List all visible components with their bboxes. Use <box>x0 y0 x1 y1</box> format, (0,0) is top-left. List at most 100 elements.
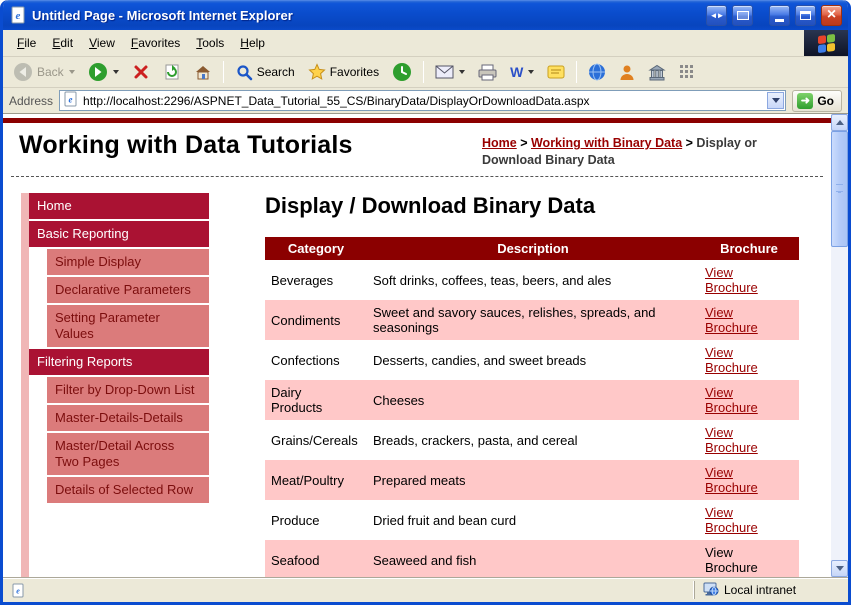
address-dropdown-button[interactable] <box>767 92 785 109</box>
sidebar-item-filtering-reports[interactable]: Filtering Reports <box>29 349 209 375</box>
bank-button[interactable] <box>642 59 672 85</box>
view-brochure-link[interactable]: View Brochure <box>705 305 758 335</box>
home-icon <box>194 63 212 81</box>
home-button[interactable] <box>188 59 218 85</box>
scrollbar-thumb[interactable] <box>831 131 848 247</box>
research-button[interactable] <box>613 59 641 85</box>
table-row: Seafood Seaweed and fish View Brochure <box>265 540 799 577</box>
categories-table: Category Description Brochure Beverages Sof… <box>265 237 799 577</box>
description-cell: Breads, crackers, pasta, and cereal <box>373 432 578 448</box>
history-clock-icon <box>392 62 412 82</box>
window-title: Untitled Page - Microsoft Internet Explo… <box>32 7 293 23</box>
mail-dropdown-icon <box>459 70 466 74</box>
view-brochure-link[interactable]: View Brochure <box>705 425 758 455</box>
grid-button[interactable] <box>673 59 701 85</box>
scroll-up-button[interactable] <box>831 114 848 131</box>
menu-favorites[interactable]: Favorites <box>123 32 188 54</box>
address-bar: Address e http://localhost:2296/ASPNET_D… <box>3 88 848 114</box>
status-page-icon: e <box>7 583 29 598</box>
menu-file[interactable]: File <box>9 32 44 54</box>
go-button[interactable]: ➜ Go <box>792 89 842 112</box>
scroll-down-button[interactable] <box>831 560 848 577</box>
sidebar-item-setting-parameter-values[interactable]: Setting Parameter Values <box>47 305 209 347</box>
view-brochure-link[interactable]: View Brochure <box>705 465 758 495</box>
brochure-cell: View Brochure <box>699 500 799 540</box>
brochure-cell: View Brochure <box>699 540 799 577</box>
menu-help[interactable]: Help <box>232 32 273 54</box>
breadcrumb-separator: > <box>682 136 697 150</box>
brochure-cell: View Brochure <box>699 460 799 500</box>
web-page: Working with Data Tutorials Home > Worki… <box>3 114 831 577</box>
edit-button[interactable]: W <box>504 59 540 85</box>
forward-button[interactable] <box>82 59 125 85</box>
sidebar-item-filter-by-drop-down-list[interactable]: Filter by Drop-Down List <box>47 377 209 403</box>
brochure-cell: View Brochure <box>699 380 799 420</box>
brochure-cell: View Brochure <box>699 340 799 380</box>
description-cell: Dried fruit and bean curd <box>373 512 517 528</box>
titlebar-arrows-button[interactable]: ◄► <box>706 4 727 26</box>
close-button[interactable]: × <box>821 4 842 26</box>
sidebar-nav: Home Basic Reporting Simple Display Declara… <box>21 193 209 577</box>
history-button[interactable] <box>386 59 418 85</box>
svg-text:e: e <box>16 10 21 22</box>
edit-dropdown-icon <box>528 70 535 74</box>
scrollbar-track[interactable] <box>831 131 848 560</box>
sidebar-item-simple-display[interactable]: Simple Display <box>47 249 209 275</box>
go-arrow-icon: ➜ <box>797 92 814 109</box>
ie-icon[interactable]: e <box>9 6 27 24</box>
category-cell: Meat/Poultry <box>265 460 367 500</box>
menu-view[interactable]: View <box>81 32 123 54</box>
search-icon <box>235 63 253 81</box>
discuss-button[interactable] <box>541 59 571 85</box>
sidebar-item-master-detail-across-two-pages[interactable]: Master/Detail Across Two Pages <box>47 433 209 475</box>
category-cell: Condiments <box>265 300 367 340</box>
sidebar-item-home[interactable]: Home <box>29 193 209 219</box>
sidebar-item-master-details-details[interactable]: Master-Details-Details <box>47 405 209 431</box>
sidebar-item-details-of-selected-row[interactable]: Details of Selected Row <box>47 477 209 503</box>
category-cell: Confections <box>271 352 340 368</box>
address-input[interactable]: e http://localhost:2296/ASPNET_Data_Tuto… <box>59 90 787 111</box>
stop-icon <box>132 63 150 81</box>
view-brochure-link[interactable]: View Brochure <box>705 265 758 295</box>
breadcrumb-item[interactable]: Home <box>482 136 517 150</box>
table-row: Produce Dried fruit and bean curd View Bro… <box>265 500 799 540</box>
print-button[interactable] <box>472 59 503 85</box>
mail-icon <box>435 65 454 80</box>
refresh-button[interactable] <box>157 59 187 85</box>
titlebar-screen-button[interactable] <box>732 4 753 26</box>
search-button[interactable]: Search <box>229 59 301 85</box>
menu-edit[interactable]: Edit <box>44 32 81 54</box>
description-cell: Prepared meats <box>367 460 699 500</box>
table-row: Meat/Poultry Prepared meats View Brochure <box>265 460 799 500</box>
vertical-scrollbar <box>831 114 848 577</box>
breadcrumb-item[interactable]: Working with Binary Data <box>531 136 682 150</box>
address-label: Address <box>9 93 54 108</box>
search-label: Search <box>256 65 295 79</box>
page-content: Home Basic Reporting Simple Display Declara… <box>3 177 831 577</box>
view-brochure-link[interactable]: View Brochure <box>705 345 758 375</box>
maximize-button[interactable] <box>795 4 816 26</box>
screen-icon <box>736 10 749 20</box>
ie-throbber <box>804 30 848 56</box>
minimize-button[interactable] <box>769 4 790 26</box>
column-header: Brochure <box>699 237 799 260</box>
toolbar-separator <box>423 61 425 83</box>
category-cell: Beverages <box>271 272 334 288</box>
menu-tools[interactable]: Tools <box>188 32 232 54</box>
favorites-button[interactable]: Favorites <box>302 59 385 85</box>
back-button[interactable]: Back <box>7 59 81 85</box>
table-header-row: Category Description Brochure <box>265 237 799 260</box>
stop-button[interactable] <box>126 59 156 85</box>
sidebar-item-basic-reporting[interactable]: Basic Reporting <box>29 221 209 247</box>
table-row: Grains/Cereals Breads, crackers, pasta, a… <box>265 420 799 460</box>
favorites-label: Favorites <box>329 65 380 79</box>
table-body: Beverages Soft drinks, coffees, teas, bee… <box>265 260 799 577</box>
description-cell: Soft drinks, coffees, teas, beers, and a… <box>373 272 612 288</box>
view-brochure-link[interactable]: View Brochure <box>705 505 758 535</box>
sidebar-item-declarative-parameters[interactable]: Declarative Parameters <box>47 277 209 303</box>
chevron-down-icon <box>771 98 780 103</box>
windows-flag-icon <box>817 33 835 53</box>
messenger-button[interactable] <box>582 59 612 85</box>
view-brochure-link[interactable]: View Brochure <box>705 385 758 415</box>
mail-button[interactable] <box>429 59 471 85</box>
